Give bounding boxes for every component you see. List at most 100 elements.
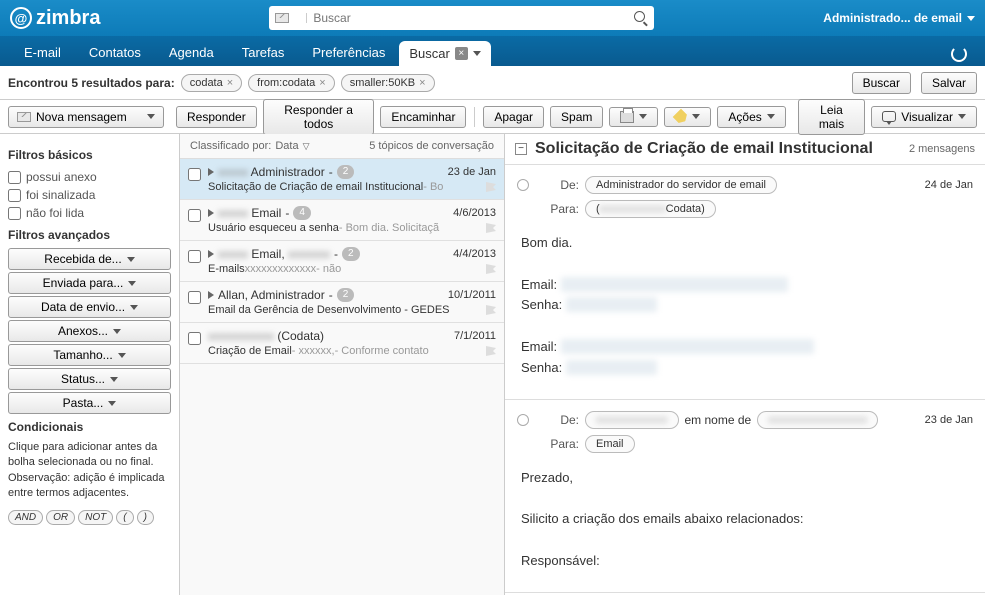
select-dot[interactable] bbox=[517, 179, 529, 191]
close-icon[interactable]: × bbox=[455, 47, 468, 60]
apagar-button[interactable]: Apagar bbox=[483, 106, 544, 128]
filter-has-attachment[interactable]: possui anexo bbox=[8, 168, 171, 186]
new-message-button[interactable]: Nova mensagem bbox=[8, 106, 164, 128]
search-chip[interactable]: smaller:50KB× bbox=[341, 74, 435, 92]
op-not[interactable]: NOT bbox=[78, 510, 113, 525]
flag-icon[interactable] bbox=[486, 346, 496, 356]
filter-flagged[interactable]: foi sinalizada bbox=[8, 186, 171, 204]
nav-bar: E-mail Contatos Agenda Tarefas Preferênc… bbox=[0, 36, 985, 66]
chip-remove-icon[interactable]: × bbox=[319, 77, 325, 89]
op-paren-close[interactable]: ) bbox=[137, 510, 154, 525]
message-count: 2 mensagens bbox=[909, 143, 975, 155]
search-icon[interactable] bbox=[634, 11, 648, 25]
tag-icon bbox=[673, 108, 690, 125]
responder-button[interactable]: Responder bbox=[176, 106, 257, 128]
message-checkbox[interactable] bbox=[188, 250, 201, 263]
to-label: Para: bbox=[535, 437, 579, 451]
tab-email[interactable]: E-mail bbox=[10, 39, 75, 66]
search-box[interactable] bbox=[269, 6, 654, 30]
from-label: De: bbox=[535, 178, 579, 192]
op-or[interactable]: OR bbox=[46, 510, 75, 525]
tab-preferencias[interactable]: Preferências bbox=[298, 39, 399, 66]
select-dot[interactable] bbox=[517, 414, 529, 426]
expand-icon[interactable] bbox=[208, 250, 214, 258]
acoes-dropdown[interactable]: Ações bbox=[717, 106, 785, 128]
filter-date[interactable]: Data de envio... bbox=[8, 296, 171, 318]
filters-panel: Filtros básicos possui anexo foi sinaliz… bbox=[0, 134, 180, 595]
from-pill[interactable]: Administrador do servidor de email bbox=[585, 176, 777, 194]
count-badge: 2 bbox=[337, 288, 355, 302]
tab-buscar[interactable]: Buscar × bbox=[399, 41, 490, 66]
salvar-button[interactable]: Salvar bbox=[921, 72, 977, 94]
caret-down-icon[interactable] bbox=[473, 51, 481, 56]
filter-attachments[interactable]: Anexos... bbox=[8, 320, 171, 342]
filter-sent-to[interactable]: Enviada para... bbox=[8, 272, 171, 294]
message-item[interactable]: xxxxx Email, xxxxxxx - 2 4/4/2013 E-mail… bbox=[180, 241, 504, 282]
flag-icon[interactable] bbox=[486, 264, 496, 274]
leia-mais-button[interactable]: Leia mais bbox=[798, 99, 865, 135]
filter-size[interactable]: Tamanho... bbox=[8, 344, 171, 366]
sort-by[interactable]: Classificado por: Data ▽ bbox=[190, 140, 310, 152]
caret-down-icon bbox=[108, 401, 116, 406]
message-checkbox[interactable] bbox=[188, 168, 201, 181]
message-date: 23 de Jan bbox=[925, 414, 973, 426]
expand-icon[interactable] bbox=[208, 168, 214, 176]
from-pill[interactable]: xxxxxxxxxxxxx bbox=[585, 411, 679, 429]
flag-icon[interactable] bbox=[486, 223, 496, 233]
user-menu[interactable]: Administrado... de email bbox=[823, 11, 975, 25]
search-scope-dropdown[interactable] bbox=[275, 13, 307, 23]
checkbox[interactable] bbox=[8, 189, 21, 202]
filter-status[interactable]: Status... bbox=[8, 368, 171, 390]
spam-button[interactable]: Spam bbox=[550, 106, 603, 128]
expand-icon[interactable] bbox=[208, 209, 214, 217]
refresh-button[interactable] bbox=[943, 42, 975, 66]
filter-received-from[interactable]: Recebida de... bbox=[8, 248, 171, 270]
expand-icon[interactable] bbox=[208, 291, 214, 299]
tab-contatos[interactable]: Contatos bbox=[75, 39, 155, 66]
search-chip[interactable]: codata× bbox=[181, 74, 242, 92]
op-paren-open[interactable]: ( bbox=[116, 510, 133, 525]
to-pill[interactable]: Email bbox=[585, 435, 635, 453]
checkbox[interactable] bbox=[8, 171, 21, 184]
message-date: 4/6/2013 bbox=[453, 207, 496, 219]
conditionals-head: Condicionais bbox=[8, 420, 171, 434]
flag-icon[interactable] bbox=[486, 182, 496, 192]
caret-down-icon bbox=[118, 353, 126, 358]
checkbox[interactable] bbox=[8, 207, 21, 220]
chip-remove-icon[interactable]: × bbox=[419, 77, 425, 89]
collapse-icon[interactable]: − bbox=[515, 143, 527, 155]
search-input[interactable] bbox=[313, 11, 634, 25]
tag-dropdown[interactable] bbox=[664, 107, 711, 127]
responder-todos-button[interactable]: Responder a todos bbox=[263, 99, 375, 135]
visualizar-dropdown[interactable]: Visualizar bbox=[871, 106, 977, 128]
message-checkbox[interactable] bbox=[188, 291, 201, 304]
message-item[interactable]: Allan, Administrador - 2 10/1/2011 Email… bbox=[180, 282, 504, 323]
message-item[interactable]: xxxxx Email - 4 4/6/2013 Usuário esquece… bbox=[180, 200, 504, 241]
print-dropdown[interactable] bbox=[609, 107, 658, 127]
user-menu-label: Administrado... de email bbox=[823, 11, 962, 25]
message-list: Classificado por: Data ▽ 5 tópicos de co… bbox=[180, 134, 505, 595]
encaminhar-button[interactable]: Encaminhar bbox=[380, 106, 466, 128]
chip-remove-icon[interactable]: × bbox=[227, 77, 233, 89]
tab-tarefas[interactable]: Tarefas bbox=[228, 39, 299, 66]
search-chip[interactable]: from:codata× bbox=[248, 74, 335, 92]
separator bbox=[474, 107, 475, 127]
message-checkbox[interactable] bbox=[188, 332, 201, 345]
caret-down-icon bbox=[967, 16, 975, 21]
tab-agenda[interactable]: Agenda bbox=[155, 39, 228, 66]
envelope-icon bbox=[17, 112, 31, 122]
message-checkbox[interactable] bbox=[188, 209, 201, 222]
to-pill[interactable]: (xxxxxxxxxxxxCodata) bbox=[585, 200, 716, 218]
reading-pane: − Solicitação de Criação de email Instit… bbox=[505, 134, 985, 595]
op-and[interactable]: AND bbox=[8, 510, 43, 525]
message-item[interactable]: xxxxxxxxxxx (Codata) 7/1/2011 Criação de… bbox=[180, 323, 504, 364]
filter-folder[interactable]: Pasta... bbox=[8, 392, 171, 414]
behalf-pill[interactable]: xxxxxxxxxxxxxxxxxx bbox=[757, 411, 878, 429]
flag-icon[interactable] bbox=[486, 305, 496, 315]
filter-unread[interactable]: não foi lida bbox=[8, 204, 171, 222]
results-label: Encontrou 5 resultados para: bbox=[8, 76, 175, 90]
logo: @ zimbra bbox=[10, 7, 100, 30]
message-date: 23 de Jan bbox=[448, 166, 496, 178]
buscar-button[interactable]: Buscar bbox=[852, 72, 911, 94]
message-item[interactable]: xxxxx Administrador - 2 23 de Jan Solici… bbox=[180, 159, 504, 200]
